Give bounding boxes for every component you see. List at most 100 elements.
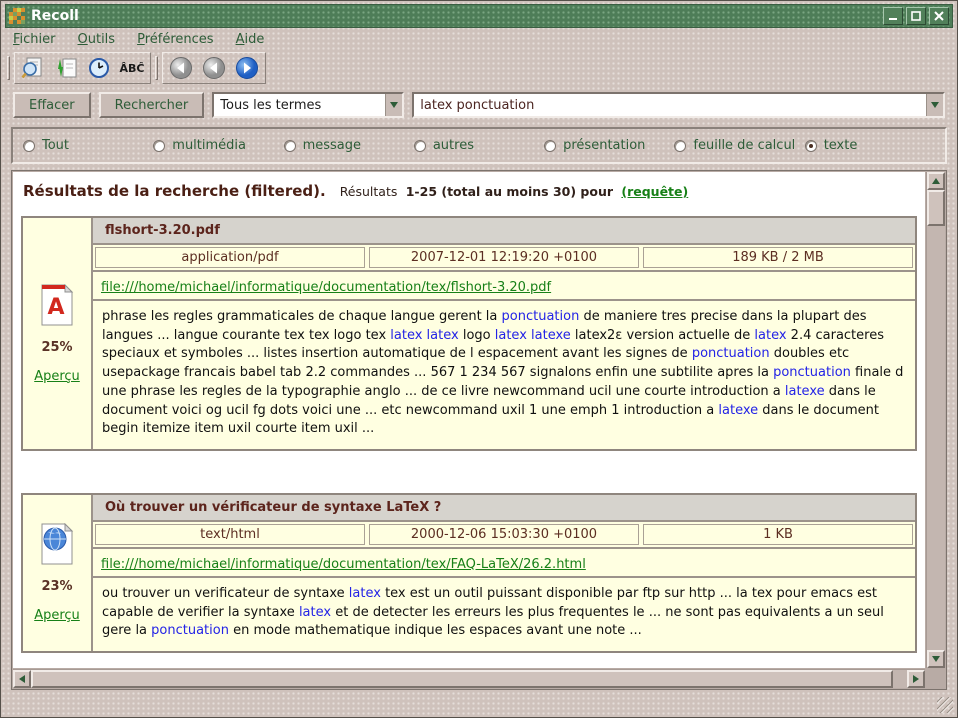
result-url-link[interactable]: file:///home/michael/informatique/docume… bbox=[101, 557, 586, 572]
result-snippet: phrase les regles grammaticales de chaqu… bbox=[93, 301, 915, 449]
horizontal-scroll-thumb[interactable] bbox=[31, 670, 893, 688]
highlighted-term: ponctuation bbox=[151, 623, 229, 638]
scroll-up-icon[interactable] bbox=[927, 172, 945, 190]
search-row: Effacer Rechercher Tous les termes bbox=[5, 91, 953, 119]
result-main: flshort-3.20.pdf application/pdf 2007-12… bbox=[93, 218, 915, 449]
search-mode-combobox[interactable]: Tous les termes bbox=[212, 92, 404, 118]
category-radio[interactable]: autres bbox=[414, 138, 544, 153]
result-size: 189 KB / 2 MB bbox=[643, 247, 913, 268]
first-page-icon[interactable] bbox=[168, 55, 194, 81]
result-date: 2007-12-01 12:19:20 +0100 bbox=[369, 247, 639, 268]
previous-page-icon[interactable] bbox=[201, 55, 227, 81]
minimize-button[interactable] bbox=[883, 7, 903, 25]
result-side-panel: A 25% Aperçu bbox=[23, 218, 93, 449]
pdf-file-icon: A bbox=[39, 284, 75, 326]
result-date: 2000-12-06 15:03:30 +0100 bbox=[369, 524, 639, 545]
menu-preferences[interactable]: Préférences bbox=[137, 32, 213, 47]
result-url-row: file:///home/michael/informatique/docume… bbox=[93, 272, 915, 301]
html-file-icon bbox=[39, 523, 75, 565]
scroll-down-icon[interactable] bbox=[927, 650, 945, 668]
result-item[interactable]: A 23% Aperçu Où trouver un vérificateur … bbox=[21, 493, 917, 653]
menubar: Fichier Outils Préférences Aide bbox=[5, 28, 953, 51]
result-url-row: file:///home/michael/informatique/docume… bbox=[93, 549, 915, 578]
radio-label: autres bbox=[433, 138, 474, 153]
menu-outils[interactable]: Outils bbox=[78, 32, 116, 47]
menu-aide[interactable]: Aide bbox=[236, 32, 265, 47]
scroll-left-icon[interactable] bbox=[13, 670, 31, 688]
scroll-right-icon[interactable] bbox=[907, 670, 925, 688]
highlighted-term: ponctuation bbox=[502, 309, 580, 324]
horizontal-scroll-track[interactable] bbox=[31, 670, 907, 688]
results-word: Résultats bbox=[340, 184, 398, 199]
radio-label: Tout bbox=[42, 138, 69, 153]
relevance-percent: 25% bbox=[41, 340, 72, 355]
horizontal-scrollbar[interactable] bbox=[13, 669, 925, 688]
query-link[interactable]: (requête) bbox=[621, 184, 688, 199]
radio-icon[interactable] bbox=[674, 140, 686, 152]
result-mime: text/html bbox=[95, 524, 365, 545]
search-mode-value: Tous les termes bbox=[214, 98, 385, 113]
result-title: flshort-3.20.pdf bbox=[93, 218, 915, 245]
highlighted-term: latex bbox=[349, 586, 381, 601]
highlighted-term: latexe bbox=[718, 403, 758, 418]
preview-link[interactable]: Aperçu bbox=[34, 608, 80, 623]
category-radio[interactable]: feuille de calcul bbox=[674, 138, 804, 153]
result-item[interactable]: A 25% Aperçu flshort-3.20.pdf applicatio… bbox=[21, 216, 917, 451]
category-radio[interactable]: multimédia bbox=[153, 138, 283, 153]
vertical-scroll-thumb[interactable] bbox=[927, 190, 945, 226]
clear-button[interactable]: Effacer bbox=[13, 92, 91, 118]
highlighted-term: latex bbox=[754, 328, 786, 343]
toolbar-handle[interactable] bbox=[7, 56, 10, 80]
results-area: Résultats de la recherche (filtered). Ré… bbox=[11, 170, 947, 690]
highlighted-term: latex bbox=[299, 605, 331, 620]
radio-icon[interactable] bbox=[284, 140, 296, 152]
radio-icon[interactable] bbox=[805, 140, 817, 152]
advanced-search-icon[interactable] bbox=[20, 55, 46, 81]
next-page-icon[interactable] bbox=[234, 55, 260, 81]
svg-text:A: A bbox=[47, 295, 64, 320]
filter-group: Tout multimédia message autres présentat… bbox=[11, 127, 947, 164]
relevance-percent: 23% bbox=[41, 579, 72, 594]
category-radio[interactable]: Tout bbox=[23, 138, 153, 153]
category-radio[interactable]: texte bbox=[805, 138, 935, 153]
radio-label: message bbox=[303, 138, 361, 153]
toolbar-group-nav bbox=[162, 52, 266, 84]
radio-label: multimédia bbox=[172, 138, 246, 153]
search-query-input[interactable] bbox=[414, 98, 926, 113]
recoll-window: Recoll Fichier Outils Préférences Aide bbox=[0, 0, 958, 718]
vertical-scrollbar[interactable] bbox=[926, 172, 945, 668]
chevron-down-icon[interactable] bbox=[926, 94, 943, 116]
result-meta: application/pdf 2007-12-01 12:19:20 +010… bbox=[93, 245, 915, 272]
query-combobox bbox=[412, 92, 945, 118]
resize-grip[interactable] bbox=[937, 697, 953, 713]
term-explorer-icon[interactable]: ÂBĈ bbox=[119, 55, 145, 81]
radio-icon[interactable] bbox=[544, 140, 556, 152]
history-clock-icon[interactable] bbox=[86, 55, 112, 81]
preview-link[interactable]: Aperçu bbox=[34, 369, 80, 384]
toolbar-handle-2[interactable] bbox=[155, 56, 158, 80]
vertical-scroll-track[interactable] bbox=[927, 190, 945, 650]
close-button[interactable] bbox=[929, 7, 949, 25]
radio-icon[interactable] bbox=[414, 140, 426, 152]
search-button[interactable]: Rechercher bbox=[99, 92, 205, 118]
highlighted-term: ponctuation bbox=[692, 346, 770, 361]
category-radio[interactable]: message bbox=[284, 138, 414, 153]
radio-label: feuille de calcul bbox=[693, 138, 795, 153]
category-radio[interactable]: présentation bbox=[544, 138, 674, 153]
result-snippet: ou trouver un verificateur de syntaxe la… bbox=[93, 578, 915, 651]
chevron-down-icon[interactable] bbox=[385, 94, 402, 116]
result-url-link[interactable]: file:///home/michael/informatique/docume… bbox=[101, 280, 551, 295]
result-meta: text/html 2000-12-06 15:03:30 +0100 1 KB bbox=[93, 522, 915, 549]
maximize-button[interactable] bbox=[906, 7, 926, 25]
radio-icon[interactable] bbox=[23, 140, 35, 152]
menu-fichier[interactable]: Fichier bbox=[13, 32, 56, 47]
results-list: A 25% Aperçu flshort-3.20.pdf applicatio… bbox=[19, 216, 919, 653]
result-side-panel: A 23% Aperçu bbox=[23, 495, 93, 651]
radio-label: présentation bbox=[563, 138, 645, 153]
radio-icon[interactable] bbox=[153, 140, 165, 152]
results-viewport: Résultats de la recherche (filtered). Ré… bbox=[13, 172, 925, 668]
results-header-title: Résultats de la recherche (filtered). bbox=[23, 182, 326, 200]
toolbar: ÂBĈ bbox=[5, 51, 953, 85]
update-index-icon[interactable] bbox=[53, 55, 79, 81]
results-range: 1-25 (total au moins 30) pour bbox=[401, 184, 617, 199]
